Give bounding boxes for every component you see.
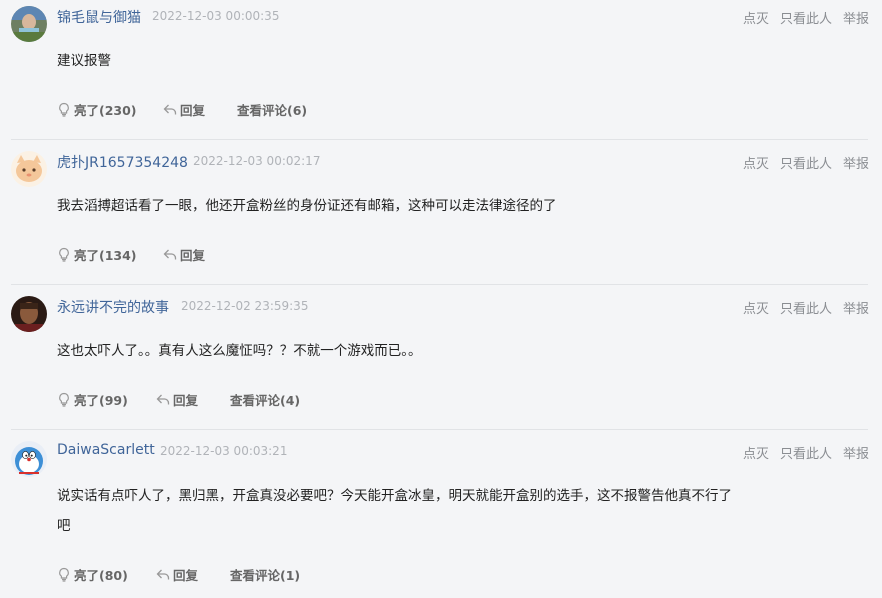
like-button[interactable]: 亮了(99) bbox=[57, 390, 128, 409]
view-replies-button[interactable]: 查看评论(4) bbox=[230, 390, 300, 409]
view-replies-button[interactable]: 查看评论(6) bbox=[237, 100, 307, 119]
comment-top-actions: 点灭 只看此人 举报 bbox=[732, 153, 869, 172]
reply-icon bbox=[156, 569, 170, 580]
reply-icon bbox=[163, 249, 177, 260]
lightbulb-icon bbox=[59, 392, 69, 407]
divider bbox=[11, 429, 868, 430]
reply-label: 回复 bbox=[180, 103, 206, 118]
mute-button[interactable]: 点灭 bbox=[743, 12, 769, 27]
reply-button[interactable]: 回复 bbox=[156, 390, 198, 409]
only-this-user-button[interactable]: 只看此人 bbox=[780, 302, 832, 317]
divider bbox=[11, 284, 868, 285]
comment-text: 说实话有点吓人了，黑归黑，开盒真没必要吧？今天能开盒冰皇，明天就能开盒别的选手，… bbox=[57, 488, 732, 534]
view-replies-label: 查看评论(1) bbox=[230, 568, 301, 583]
reply-label: 回复 bbox=[173, 393, 199, 408]
username[interactable]: DaiwaScarlett bbox=[57, 442, 155, 458]
like-label: 亮了(80) bbox=[74, 568, 128, 583]
report-button[interactable]: 举报 bbox=[843, 157, 869, 172]
mute-button[interactable]: 点灭 bbox=[743, 302, 769, 317]
lightbulb-icon bbox=[59, 567, 69, 582]
comment-top-actions: 点灭 只看此人 举报 bbox=[732, 443, 869, 462]
username[interactable]: 锦毛鼠与御猫 bbox=[57, 7, 141, 27]
like-label: 亮了(230) bbox=[74, 103, 137, 118]
username[interactable]: 永远讲不完的故事 bbox=[57, 297, 169, 317]
comment-text: 我去滔搏超话看了一眼，他还开盒粉丝的身份证还有邮箱，这种可以走法律途径的了 bbox=[57, 198, 557, 214]
report-button[interactable]: 举报 bbox=[843, 302, 869, 317]
mute-button[interactable]: 点灭 bbox=[743, 447, 769, 462]
avatar[interactable] bbox=[11, 6, 47, 42]
reply-icon bbox=[163, 104, 177, 115]
avatar[interactable] bbox=[11, 441, 47, 477]
report-button[interactable]: 举报 bbox=[843, 12, 869, 27]
lightbulb-icon bbox=[59, 247, 69, 262]
divider bbox=[11, 139, 868, 140]
comment-top-actions: 点灭 只看此人 举报 bbox=[732, 298, 869, 317]
comment-top-actions: 点灭 只看此人 举报 bbox=[732, 8, 869, 27]
avatar[interactable] bbox=[11, 151, 47, 187]
username[interactable]: 虎扑JR1657354248 bbox=[57, 152, 188, 172]
avatar[interactable] bbox=[11, 296, 47, 332]
timestamp: 2022-12-03 00:02:17 bbox=[193, 154, 321, 168]
like-button[interactable]: 亮了(230) bbox=[57, 100, 137, 119]
view-replies-label: 查看评论(6) bbox=[237, 103, 308, 118]
reply-button[interactable]: 回复 bbox=[163, 100, 205, 119]
only-this-user-button[interactable]: 只看此人 bbox=[780, 12, 832, 27]
timestamp: 2022-12-03 00:03:21 bbox=[160, 444, 288, 458]
lightbulb-icon bbox=[59, 102, 69, 117]
comment-text: 这也太吓人了。。真有人这么魔怔吗？？不就一个游戏而已。。 bbox=[57, 343, 422, 359]
reply-button[interactable]: 回复 bbox=[156, 565, 198, 584]
reply-label: 回复 bbox=[173, 568, 199, 583]
like-label: 亮了(134) bbox=[74, 248, 137, 263]
timestamp: 2022-12-03 00:00:35 bbox=[152, 9, 280, 23]
like-label: 亮了(99) bbox=[74, 393, 128, 408]
only-this-user-button[interactable]: 只看此人 bbox=[780, 447, 832, 462]
reply-icon bbox=[156, 394, 170, 405]
mute-button[interactable]: 点灭 bbox=[743, 157, 769, 172]
reply-button[interactable]: 回复 bbox=[163, 245, 205, 264]
timestamp: 2022-12-02 23:59:35 bbox=[181, 299, 309, 313]
view-replies-button[interactable]: 查看评论(1) bbox=[230, 565, 300, 584]
reply-label: 回复 bbox=[180, 248, 206, 263]
like-button[interactable]: 亮了(134) bbox=[57, 245, 137, 264]
view-replies-label: 查看评论(4) bbox=[230, 393, 301, 408]
only-this-user-button[interactable]: 只看此人 bbox=[780, 157, 832, 172]
like-button[interactable]: 亮了(80) bbox=[57, 565, 128, 584]
report-button[interactable]: 举报 bbox=[843, 447, 869, 462]
comment-text: 建议报警 bbox=[57, 53, 111, 69]
